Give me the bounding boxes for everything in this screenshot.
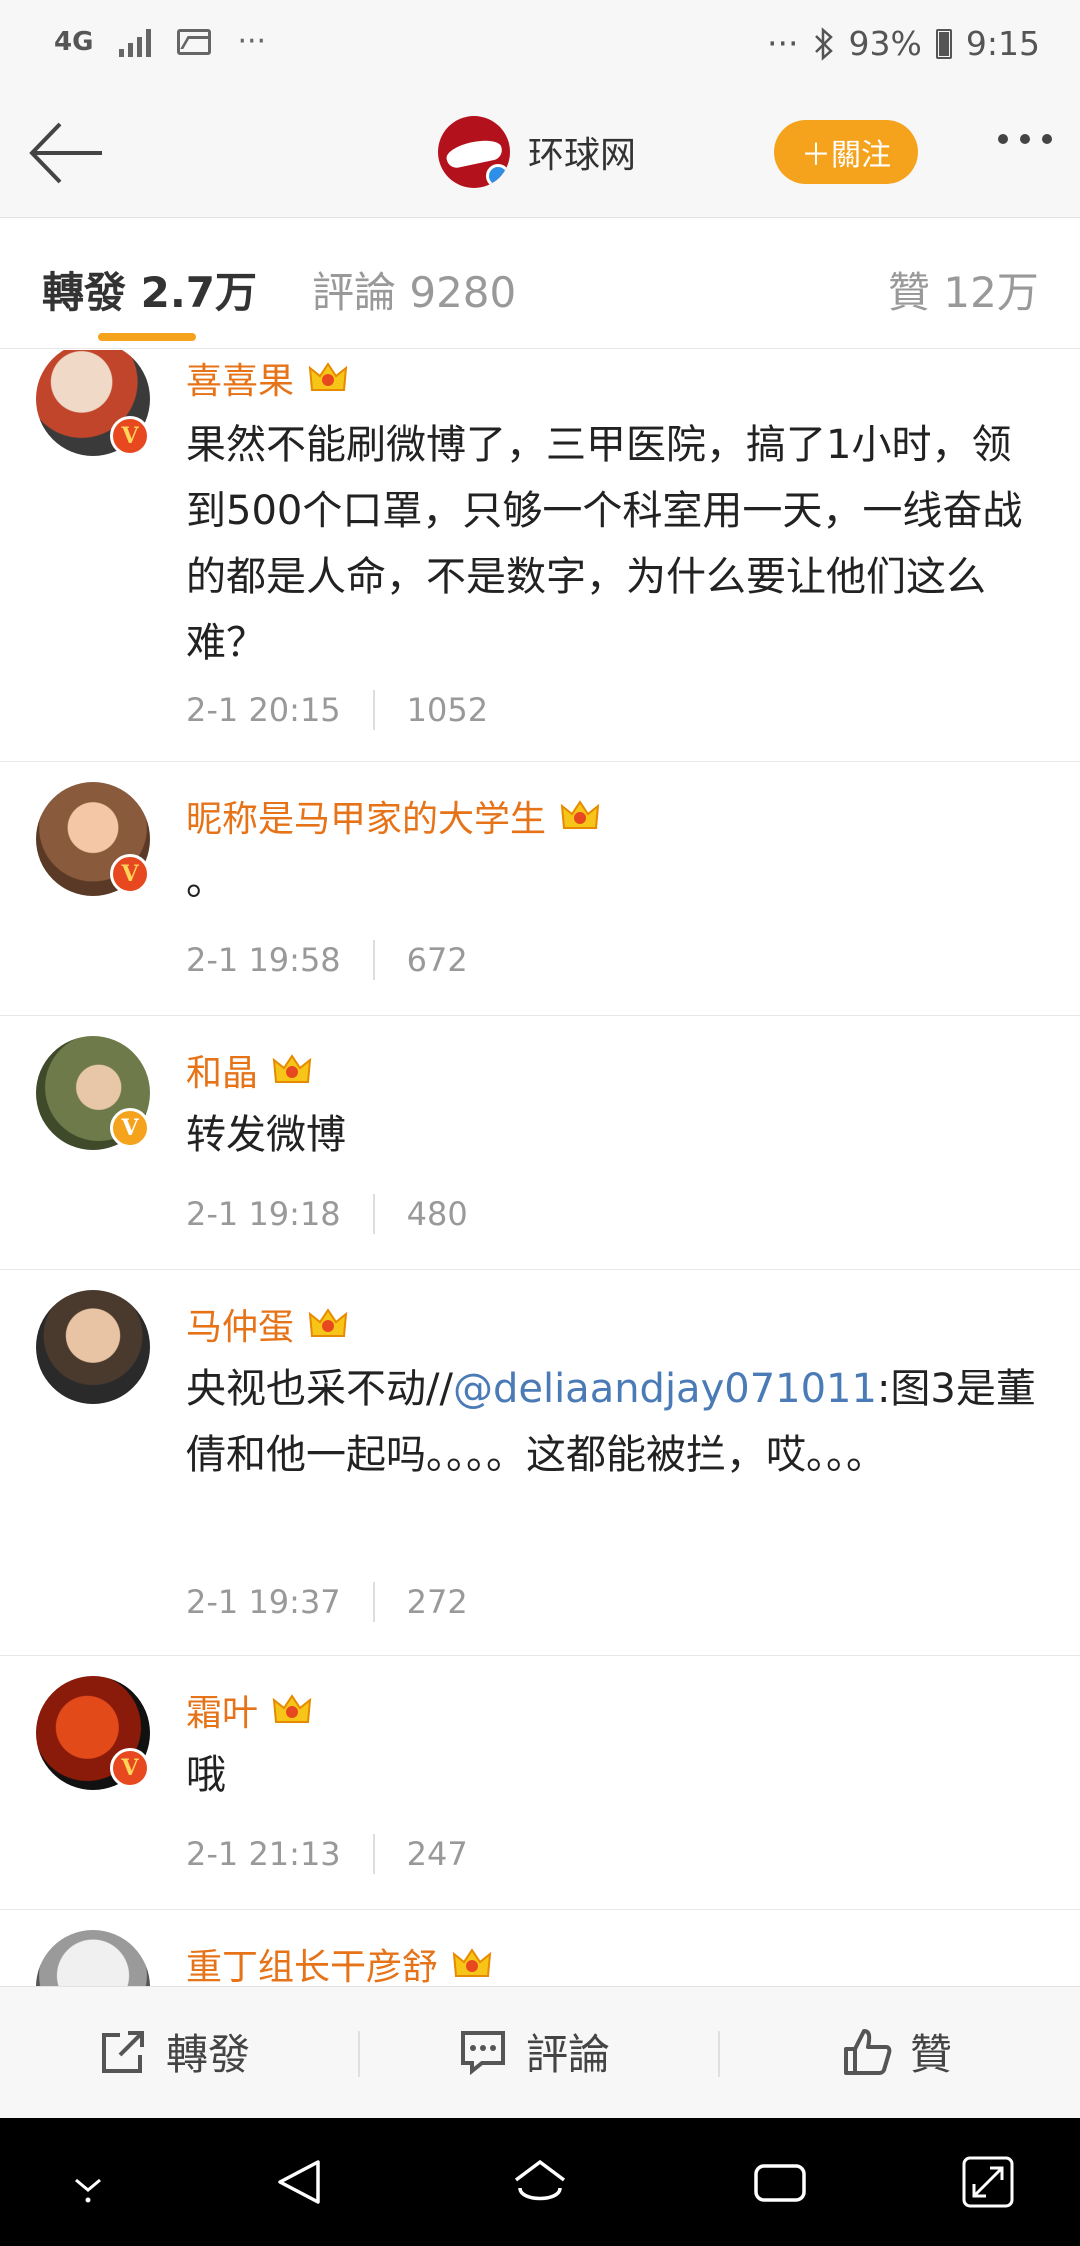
comment-text: 央视也采不动//@deliaandjay071011:图3是董倩和他一起吗。。。… xyxy=(186,1356,1046,1488)
avatar[interactable] xyxy=(36,1930,150,1986)
tab-likes[interactable]: 贊 12万 xyxy=(888,259,1039,320)
active-tab-indicator xyxy=(98,333,196,341)
repost-list[interactable]: V 喜喜果 果然不能刷微博了，三甲医院，搞了1小时，领到500个口罩，只够一个科… xyxy=(0,350,1080,1986)
username[interactable]: 重丁组长干彦舒 xyxy=(186,1938,438,1986)
mention-link[interactable]: @deliaandjay071011 xyxy=(453,1366,877,1412)
tab-bar: 轉發 2.7万 評論 9280 贊 12万 xyxy=(0,219,1080,349)
like-count[interactable]: 1052 xyxy=(407,691,488,729)
list-item[interactable]: V 昵称是马甲家的大学生 。 2-1 19:58 672 xyxy=(0,762,1080,1016)
verified-v-icon: V xyxy=(110,1108,150,1148)
back-arrow-icon[interactable] xyxy=(28,120,108,186)
thumbs-up-icon xyxy=(844,2028,892,2075)
account-avatar xyxy=(438,116,510,188)
like-count[interactable]: 247 xyxy=(407,1835,468,1873)
action-bar: 轉發 評論 贊 xyxy=(0,1986,1080,2118)
verified-v-icon: V xyxy=(110,416,150,456)
repost-label: 轉發 xyxy=(166,2030,251,2079)
username-link[interactable]: 昵称是马甲家的大学生 xyxy=(186,790,600,842)
list-item[interactable]: 重丁组长干彦舒 xyxy=(0,1910,1080,1986)
list-item[interactable]: V 霜叶 哦 2-1 21:13 247 xyxy=(0,1656,1080,1910)
recent-apps-icon[interactable] xyxy=(750,2152,810,2212)
repost-icon xyxy=(102,2030,144,2073)
timestamp: 2-1 19:37 xyxy=(186,1583,341,1621)
username-link[interactable]: 马仲蛋 xyxy=(186,1298,348,1350)
comment-meta: 2-1 20:15 1052 xyxy=(186,690,488,730)
avatar[interactable] xyxy=(36,1290,150,1404)
status-bar: 4G ··· ··· 93% 9:15 xyxy=(0,0,1080,90)
username-link[interactable]: 霜叶 xyxy=(186,1684,312,1736)
comment-text: 哦 xyxy=(186,1752,226,1798)
verified-v-icon: V xyxy=(110,854,150,894)
comment-text: 。 xyxy=(186,858,226,904)
like-count[interactable]: 672 xyxy=(407,941,468,979)
verified-icon xyxy=(486,164,510,188)
account-brand[interactable]: 环球网 xyxy=(438,116,636,188)
top-header: 环球网 ＋關注 xyxy=(0,90,1080,218)
battery-icon xyxy=(935,28,952,59)
back-nav-icon[interactable] xyxy=(270,2152,330,2212)
verified-v-icon: V xyxy=(110,1748,150,1788)
username-link[interactable]: 喜喜果 xyxy=(186,352,348,404)
timestamp: 2-1 20:15 xyxy=(186,691,341,729)
comment-icon xyxy=(461,2030,505,2075)
username-link[interactable]: 重丁组长干彦舒 xyxy=(186,1938,492,1986)
bluetooth-icon xyxy=(814,26,833,61)
tab-comments[interactable]: 評論 9280 xyxy=(312,259,516,320)
hide-keyboard-icon[interactable] xyxy=(58,2152,118,2212)
list-item[interactable]: V 喜喜果 果然不能刷微博了，三甲医院，搞了1小时，领到500个口罩，只够一个科… xyxy=(0,350,1080,762)
comment-label: 評論 xyxy=(526,2030,611,2079)
image-notification-icon xyxy=(177,28,212,55)
list-item[interactable]: 马仲蛋 央视也采不动//@deliaandjay071011:图3是董倩和他一起… xyxy=(0,1270,1080,1656)
like-button[interactable]: 贊 xyxy=(842,2021,952,2082)
timestamp: 2-1 21:13 xyxy=(186,1835,341,1873)
more-notifications: ··· xyxy=(237,24,267,59)
home-nav-icon[interactable] xyxy=(510,2152,570,2212)
comment-text: 转发微博 xyxy=(186,1112,346,1158)
username[interactable]: 昵称是马甲家的大学生 xyxy=(186,790,546,842)
crown-icon xyxy=(308,362,348,391)
crown-icon xyxy=(272,1054,312,1083)
more-status: ··· xyxy=(767,24,799,63)
comment-meta: 2-1 21:13 247 xyxy=(186,1834,468,1874)
crown-icon xyxy=(560,800,600,829)
timestamp: 2-1 19:18 xyxy=(186,1195,341,1233)
comment-button[interactable]: 評論 xyxy=(458,2021,610,2082)
crown-icon xyxy=(308,1308,348,1337)
like-label: 贊 xyxy=(910,2030,953,2079)
more-options-icon[interactable] xyxy=(998,134,1052,144)
follow-button[interactable]: ＋關注 xyxy=(774,120,918,184)
comment-text-part: 央视也采不动// xyxy=(186,1366,453,1412)
network-indicator: 4G xyxy=(54,26,94,57)
signal-icon xyxy=(119,27,152,57)
comment-meta: 2-1 19:18 480 xyxy=(186,1194,468,1234)
battery-percent: 93% xyxy=(848,24,922,63)
account-name: 环球网 xyxy=(528,135,637,176)
repost-button[interactable]: 轉發 xyxy=(98,2021,250,2082)
crown-icon xyxy=(452,1948,492,1977)
clock: 9:15 xyxy=(965,24,1040,63)
timestamp: 2-1 19:58 xyxy=(186,941,341,979)
comment-meta: 2-1 19:37 272 xyxy=(186,1582,468,1622)
username[interactable]: 马仲蛋 xyxy=(186,1298,294,1350)
like-count[interactable]: 480 xyxy=(407,1195,468,1233)
username[interactable]: 和晶 xyxy=(186,1044,258,1096)
tab-reposts[interactable]: 轉發 2.7万 xyxy=(42,259,257,320)
fullscreen-toggle-icon[interactable] xyxy=(958,2152,1018,2212)
username[interactable]: 霜叶 xyxy=(186,1684,258,1736)
like-count[interactable]: 272 xyxy=(407,1583,468,1621)
comment-meta: 2-1 19:58 672 xyxy=(186,940,468,980)
crown-icon xyxy=(272,1694,312,1723)
username[interactable]: 喜喜果 xyxy=(186,352,294,404)
username-link[interactable]: 和晶 xyxy=(186,1044,312,1096)
comment-text: 果然不能刷微博了，三甲医院，搞了1小时，领到500个口罩，只够一个科室用一天，一… xyxy=(186,422,1023,666)
list-item[interactable]: V 和晶 转发微博 2-1 19:18 480 xyxy=(0,1016,1080,1270)
system-nav-bar xyxy=(0,2118,1080,2246)
